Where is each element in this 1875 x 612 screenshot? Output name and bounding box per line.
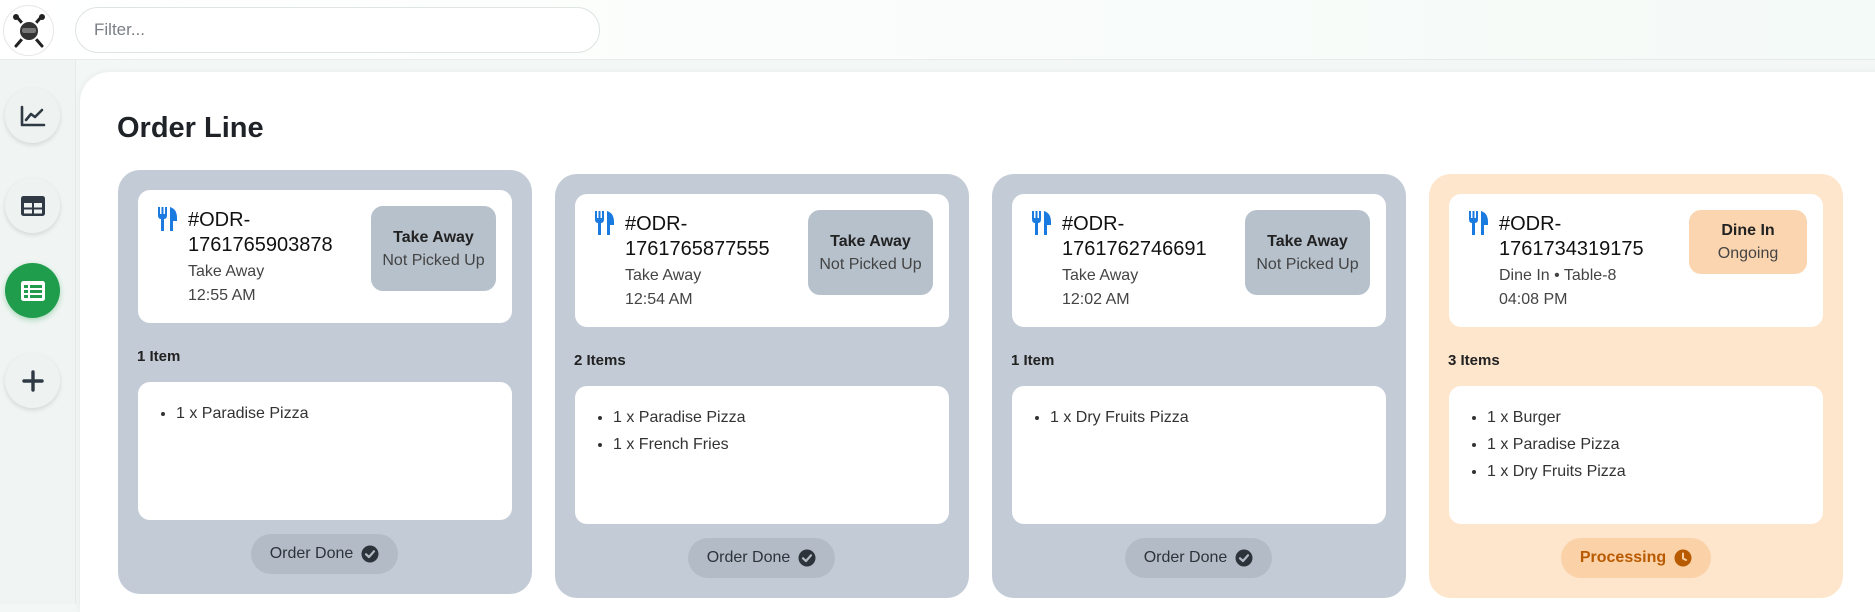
order-id-number: 1761762746691 [1062,238,1207,260]
search-input[interactable] [75,7,600,53]
list-item: 1 x French Fries [613,431,949,458]
order-id-prefix: #ODR- [1062,213,1125,235]
order-time: 12:02 AM [1062,291,1130,308]
order-id-number: 1761734319175 [1499,238,1644,260]
order-card[interactable]: #ODR- 1761765877555 Take Away 12:54 AM T… [555,174,969,598]
items-list: 1 x Paradise Pizza [138,382,512,520]
order-id-number: 1761765903878 [188,234,333,256]
app-logo[interactable] [3,5,54,56]
order-done-label: Order Done [269,545,354,562]
order-type: Take Away [625,267,702,284]
table-icon [20,195,45,216]
items-count: 2 Items [574,352,626,369]
status-badge: Take Away Not Picked Up [371,206,496,291]
order-card[interactable]: #ODR- 1761762746691 Take Away 12:02 AM T… [992,174,1406,598]
status-badge-status: Ongoing [1717,245,1779,262]
order-list-icon [20,280,45,301]
status-badge-title: Take Away [1267,232,1348,250]
sidebar-item-orders[interactable] [5,263,60,318]
status-badge: Take Away Not Picked Up [808,210,933,295]
order-id-prefix: #ODR- [188,209,251,231]
order-type: Dine In • Table-8 [1499,267,1617,284]
plus-icon [21,369,44,392]
sidebar-item-add[interactable] [5,353,60,408]
status-badge: Take Away Not Picked Up [1245,210,1370,295]
order-id: #ODR- 1761765877555 [625,212,815,262]
order-card[interactable]: #ODR- 1761734319175 Dine In • Table-8 04… [1429,174,1843,598]
sidebar [0,60,76,604]
main-panel: Order Line #ODR- 1761765903878 Take Away… [80,72,1875,612]
list-item: 1 x Burger [1487,404,1823,431]
order-done-button[interactable]: Order Done [688,538,835,578]
items-list: 1 x Burger 1 x Paradise Pizza 1 x Dry Fr… [1449,386,1823,524]
clock-icon [1674,549,1692,567]
order-done-label: Order Done [706,549,791,566]
status-badge-title: Take Away [830,232,911,250]
order-header: #ODR- 1761762746691 Take Away 12:02 AM T… [1012,194,1386,327]
order-type: Take Away [188,263,265,280]
chart-line-icon [20,105,45,126]
order-card[interactable]: #ODR- 1761765903878 Take Away 12:55 AM T… [118,170,532,594]
fork-knife-icon [158,207,177,231]
items-count: 1 Item [1011,352,1055,369]
check-circle-icon [1235,549,1253,567]
order-time: 12:55 AM [188,287,256,304]
fork-knife-icon [1032,211,1051,235]
fork-knife-icon [595,211,614,235]
sidebar-item-analytics[interactable] [5,88,60,143]
order-header: #ODR- 1761765903878 Take Away 12:55 AM T… [138,190,512,323]
status-badge-status: Not Picked Up [1256,255,1359,273]
list-item: 1 x Paradise Pizza [613,404,949,431]
processing-button[interactable]: Processing [1561,538,1711,578]
page-title: Order Line [117,112,264,144]
items-list: 1 x Dry Fruits Pizza [1012,386,1386,524]
order-id-number: 1761765877555 [625,238,770,260]
order-done-button[interactable]: Order Done [1125,538,1272,578]
processing-label: Processing [1579,549,1667,566]
items-count: 1 Item [137,348,181,365]
list-item: 1 x Dry Fruits Pizza [1050,404,1386,431]
top-bar [0,0,1875,60]
order-done-label: Order Done [1143,549,1228,566]
order-id: #ODR- 1761762746691 [1062,212,1252,262]
order-id-prefix: #ODR- [1499,213,1562,235]
order-time: 12:54 AM [625,291,693,308]
items-count: 3 Items [1448,352,1500,369]
order-id: #ODR- 1761765903878 [188,208,378,258]
order-id: #ODR- 1761734319175 [1499,212,1689,262]
check-circle-icon [798,549,816,567]
list-item: 1 x Dry Fruits Pizza [1487,458,1823,485]
order-header: #ODR- 1761765877555 Take Away 12:54 AM T… [575,194,949,327]
check-circle-icon [361,545,379,563]
sidebar-item-tables[interactable] [5,178,60,233]
list-item: 1 x Paradise Pizza [176,400,512,427]
order-done-button[interactable]: Order Done [251,534,398,574]
status-badge-title: Take Away [393,228,474,246]
status-badge-status: Not Picked Up [382,251,485,269]
fork-knife-icon [1469,211,1488,235]
order-id-prefix: #ODR- [625,213,688,235]
items-list: 1 x Paradise Pizza 1 x French Fries [575,386,949,524]
status-badge-status: Not Picked Up [819,255,922,273]
status-badge: Dine In Ongoing [1689,210,1807,274]
status-badge-title: Dine In [1721,222,1775,239]
order-time: 04:08 PM [1499,291,1568,308]
list-item: 1 x Paradise Pizza [1487,431,1823,458]
order-type: Take Away [1062,267,1139,284]
order-header: #ODR- 1761734319175 Dine In • Table-8 04… [1449,194,1823,327]
chef-utensils-logo-icon [12,13,45,47]
